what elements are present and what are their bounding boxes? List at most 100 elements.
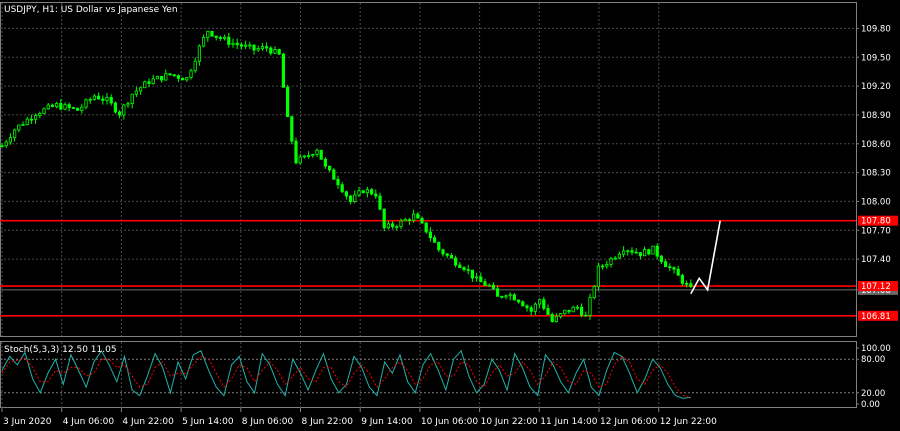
price-tick-label: 108.30 <box>861 169 891 179</box>
candle-body <box>365 189 370 194</box>
resistance-level-label: 107.80 <box>861 217 891 227</box>
candle-body <box>256 48 260 51</box>
candle-body <box>495 288 500 297</box>
candle-body <box>34 115 38 120</box>
candle-body <box>4 141 8 147</box>
time-tick-label: 3 Jun 2020 <box>3 417 52 427</box>
candle-body <box>298 156 302 164</box>
candle-body <box>630 250 634 253</box>
candle-body <box>63 104 67 110</box>
time-tick-label: 10 Jun 06:00 <box>421 417 478 427</box>
candle-body <box>248 44 252 47</box>
candle-body <box>222 36 227 39</box>
candle-body <box>180 77 185 81</box>
candle-body <box>458 264 462 268</box>
candle-body <box>512 294 517 301</box>
candle-body <box>252 44 256 51</box>
time-tick-label: 12 Jun 22:00 <box>660 417 717 427</box>
candle-body <box>550 314 554 323</box>
stochastic-title: Stoch(5,3,3) 12.50 11.05 <box>4 345 117 355</box>
candle-body <box>428 231 433 239</box>
stochastic-tick-label: 80.00 <box>861 355 885 365</box>
candle-body <box>218 37 222 39</box>
candle-body <box>210 30 214 37</box>
candle-body <box>277 49 281 55</box>
candle-body <box>424 222 428 233</box>
candle-body <box>596 265 601 287</box>
candle-body <box>327 165 332 171</box>
candle-body <box>374 193 378 197</box>
price-tick-label: 109.20 <box>861 82 891 92</box>
candle-body <box>260 46 265 49</box>
candle-body <box>420 217 424 224</box>
candle-body <box>500 295 504 298</box>
candle-body <box>407 219 412 221</box>
candle-body <box>411 213 416 221</box>
candle-body <box>315 149 319 155</box>
candle-body <box>138 87 143 92</box>
candle-body <box>559 313 563 317</box>
time-tick-label: 10 Jun 22:00 <box>481 417 538 427</box>
candle-body <box>340 184 344 193</box>
candle-body <box>554 316 559 323</box>
candle-body <box>571 306 575 313</box>
candle-body <box>357 190 361 196</box>
candle-body <box>227 36 231 45</box>
candle-body <box>449 255 454 259</box>
pivot-level-label: 107.12 <box>861 282 891 292</box>
candle-body <box>567 309 571 313</box>
candle-body <box>680 274 685 284</box>
candle-body <box>201 37 206 47</box>
candle-body <box>159 75 164 81</box>
candle-body <box>336 178 340 186</box>
candle-body <box>613 257 617 260</box>
candle-body <box>76 107 80 111</box>
candle-body <box>353 194 357 202</box>
candle-body <box>348 195 353 202</box>
candle-body <box>151 78 155 85</box>
chart-title: USDJPY, H1: US Dollar vs Japanese Yen <box>4 5 178 15</box>
stochastic-tick-label: 20.00 <box>861 389 885 399</box>
price-tick-label: 109.50 <box>861 53 891 63</box>
candle-body <box>504 295 508 298</box>
candle-body <box>273 49 277 54</box>
candle-body <box>113 102 117 113</box>
stochastic-tick-label: 0.00 <box>861 400 880 410</box>
candle-body <box>285 86 290 118</box>
candle-body <box>361 190 365 194</box>
candle-body <box>584 314 588 317</box>
candle-body <box>164 73 168 81</box>
candle-body <box>466 269 470 271</box>
candle-body <box>580 306 584 316</box>
candle-body <box>479 276 483 283</box>
candle-body <box>344 191 349 197</box>
candle-body <box>143 81 147 89</box>
candle-body <box>101 98 105 101</box>
candle-body <box>563 309 567 315</box>
candle-body <box>302 155 307 158</box>
candle-body <box>622 250 626 255</box>
candle-body <box>80 106 84 111</box>
candle-body <box>197 45 201 62</box>
trading-chart[interactable]: 109.80 109.50 109.20 108.90 108.60 108.30 108.… <box>0 0 900 431</box>
candle-body <box>647 249 651 255</box>
candle-body <box>109 96 113 104</box>
candle-body <box>395 226 399 228</box>
candle-body <box>474 276 479 279</box>
candle-body <box>235 42 239 46</box>
candle-body <box>294 140 298 164</box>
candle-body <box>118 111 122 116</box>
candle-body <box>126 103 130 106</box>
candle-body <box>239 44 243 47</box>
candle-body <box>487 284 491 287</box>
candle-body <box>193 60 197 72</box>
time-tick-label: 8 Jun 06:00 <box>242 417 294 427</box>
candle-body <box>508 294 512 297</box>
candle-body <box>243 44 248 47</box>
time-tick-label: 11 Jun 14:00 <box>540 417 597 427</box>
candle-body <box>437 241 441 251</box>
candle-body <box>0 145 4 148</box>
candle-body <box>29 118 34 121</box>
candle-body <box>92 95 96 100</box>
candle-body <box>521 301 525 307</box>
